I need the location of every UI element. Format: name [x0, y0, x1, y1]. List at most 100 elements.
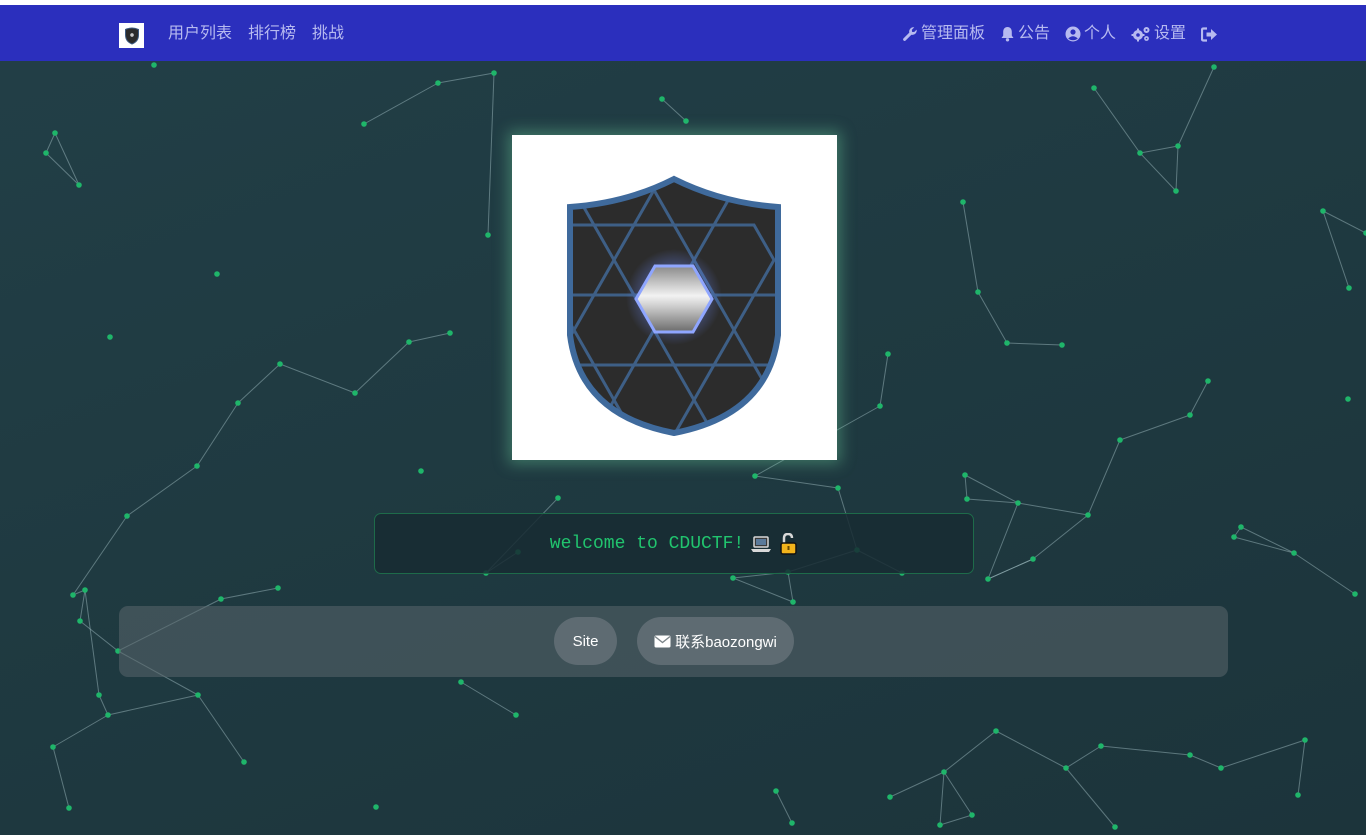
network-node	[1059, 342, 1065, 348]
network-link	[732, 577, 794, 603]
network-link	[1240, 526, 1295, 554]
network-node	[1291, 550, 1297, 556]
network-node	[752, 473, 758, 479]
network-link	[279, 363, 356, 394]
network-link	[408, 332, 451, 343]
nav-logout[interactable]	[1201, 26, 1218, 42]
network-link	[197, 694, 245, 763]
network-node	[1346, 285, 1352, 291]
nav-scoreboard[interactable]: 排行榜	[248, 23, 296, 45]
network-node	[70, 592, 76, 598]
network-node	[1173, 188, 1179, 194]
welcome-text: welcome to CDUCTF!	[549, 533, 745, 554]
network-node	[773, 788, 779, 794]
nav-left: 用户列表 排行榜 挑战	[168, 23, 344, 45]
nav-admin-panel[interactable]: 管理面板	[902, 23, 985, 45]
nav-profile[interactable]: 个人	[1065, 23, 1116, 45]
network-link	[1017, 502, 1089, 516]
network-link	[1189, 754, 1222, 769]
network-node	[1187, 412, 1193, 418]
network-link	[45, 152, 80, 186]
network-node	[195, 692, 201, 698]
network-node	[406, 339, 412, 345]
network-link	[1220, 739, 1306, 769]
user-circle-icon	[1065, 26, 1081, 42]
nav-user-list[interactable]: 用户列表	[168, 23, 232, 45]
network-node	[941, 769, 947, 775]
network-node	[960, 199, 966, 205]
contact-button[interactable]: 联系baozongwi	[637, 617, 794, 665]
network-link	[84, 589, 100, 696]
network-node	[1352, 591, 1358, 597]
network-link	[1233, 536, 1295, 554]
network-link	[1065, 767, 1116, 828]
network-node	[1063, 765, 1069, 771]
network-link	[964, 474, 1019, 504]
network-node	[962, 472, 968, 478]
nav-profile-label: 个人	[1083, 25, 1116, 42]
site-button[interactable]: Site	[554, 617, 617, 665]
network-node	[975, 289, 981, 295]
network-link	[943, 771, 973, 816]
network-node	[105, 712, 111, 718]
network-link	[1177, 66, 1215, 147]
network-node	[373, 804, 379, 810]
network-node	[1091, 85, 1097, 91]
network-link	[775, 790, 793, 824]
network-link	[79, 620, 119, 652]
network-link	[220, 587, 279, 600]
contact-button-label: 联系baozongwi	[675, 633, 777, 651]
network-node	[235, 400, 241, 406]
network-node	[1030, 556, 1036, 562]
network-node	[937, 822, 943, 828]
network-node	[1238, 524, 1244, 530]
nav-settings[interactable]: 设置	[1131, 23, 1186, 45]
network-link	[1139, 145, 1179, 154]
network-link	[487, 72, 495, 236]
network-node	[52, 130, 58, 136]
network-node	[458, 679, 464, 685]
network-link	[437, 72, 495, 84]
network-link	[460, 681, 517, 716]
network-node	[82, 587, 88, 593]
network-link	[1189, 380, 1209, 416]
network-node	[361, 121, 367, 127]
network-node	[730, 575, 736, 581]
network-node	[1345, 396, 1351, 402]
network-link	[1093, 87, 1141, 154]
network-node	[418, 468, 424, 474]
network-link	[1100, 745, 1191, 756]
network-node	[1112, 824, 1118, 830]
network-node	[1015, 500, 1021, 506]
network-node	[151, 62, 157, 68]
shield-hexagon-logo	[567, 175, 781, 437]
nav-challenges[interactable]: 挑战	[312, 23, 344, 45]
network-node	[485, 232, 491, 238]
network-node	[124, 513, 130, 519]
network-node	[107, 334, 113, 340]
network-node	[1302, 737, 1308, 743]
network-link	[1032, 514, 1089, 560]
network-node	[964, 496, 970, 502]
network-node	[50, 744, 56, 750]
network-link	[754, 475, 839, 489]
nav-notices[interactable]: 公告	[1000, 23, 1050, 45]
network-node	[513, 712, 519, 718]
brand-logo[interactable]	[119, 23, 144, 48]
network-node	[555, 495, 561, 501]
network-link	[1006, 342, 1063, 346]
laptop-emoji-icon	[751, 535, 772, 552]
network-node	[275, 585, 281, 591]
network-link	[54, 132, 80, 186]
network-link	[879, 353, 889, 407]
network-node	[1218, 765, 1224, 771]
network-node	[1004, 340, 1010, 346]
network-node	[1085, 512, 1091, 518]
network-node	[1231, 534, 1237, 540]
network-link	[126, 465, 198, 517]
network-link	[995, 730, 1067, 769]
network-link	[939, 814, 973, 826]
network-link	[966, 498, 1019, 504]
network-node	[277, 361, 283, 367]
network-node	[1098, 743, 1104, 749]
